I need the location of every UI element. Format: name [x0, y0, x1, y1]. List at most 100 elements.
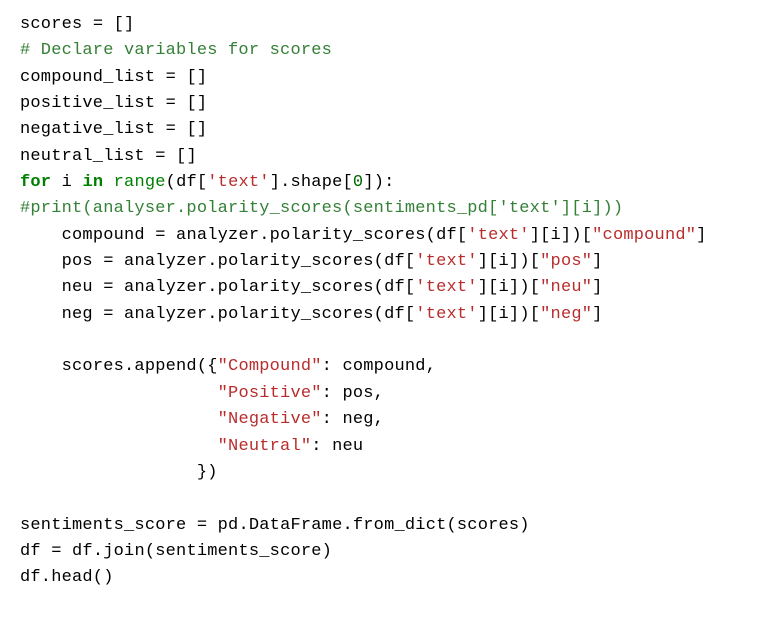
code-text: =: [155, 120, 186, 139]
code-text: neutral_list: [20, 147, 145, 166]
code-text: neu: [62, 278, 93, 297]
number-literal: 0: [353, 173, 363, 192]
code-text: pos: [62, 252, 93, 271]
code-line-blank: [20, 328, 760, 354]
code-text: [51, 173, 61, 192]
string-literal: 'text': [415, 305, 477, 324]
code-text: =: [93, 278, 124, 297]
code-text: =: [82, 15, 113, 34]
code-text: =: [155, 94, 186, 113]
code-line: sentiments_score = pd.DataFrame.from_dic…: [20, 513, 760, 539]
indent: [20, 384, 218, 403]
code-text: =: [186, 516, 217, 535]
string-literal: 'text': [467, 226, 529, 245]
code-text: analyzer.polarity_scores(df[: [124, 305, 415, 324]
code-text: df.join(sentiments_score): [72, 542, 332, 561]
string-literal: 'text': [415, 278, 477, 297]
code-text: analyzer.polarity_scores(df[: [176, 226, 467, 245]
code-text: compound_list: [20, 68, 155, 87]
code-text: ][i])[: [478, 278, 540, 297]
code-line: }): [20, 460, 760, 486]
code-text: =: [93, 305, 124, 324]
code-line: negative_list = []: [20, 117, 760, 143]
keyword-for: for: [20, 173, 51, 192]
keyword-in: in: [82, 173, 103, 192]
code-text: : neg,: [322, 410, 384, 429]
code-text: : compound,: [322, 357, 436, 376]
code-text: analyzer.polarity_scores(df[: [124, 252, 415, 271]
code-text: [20, 489, 30, 508]
code-text: ]: [592, 252, 602, 271]
code-text: [103, 173, 113, 192]
code-text: =: [155, 68, 186, 87]
code-text: : pos,: [322, 384, 384, 403]
code-text: (df[: [166, 173, 208, 192]
code-comment: # Declare variables for scores: [20, 41, 332, 60]
code-line: df = df.join(sentiments_score): [20, 539, 760, 565]
code-text: =: [145, 226, 176, 245]
string-literal: "neu": [540, 278, 592, 297]
indent: [20, 278, 62, 297]
indent: [20, 410, 218, 429]
code-text: =: [93, 252, 124, 271]
code-comment: #print(analyser.polarity_scores(sentimen…: [20, 199, 623, 218]
code-line: neutral_list = []: [20, 144, 760, 170]
string-literal: "Positive": [218, 384, 322, 403]
code-text: ][i])[: [478, 252, 540, 271]
code-text: []: [114, 15, 135, 34]
string-literal: "neg": [540, 305, 592, 324]
code-text: pd.DataFrame.from_dict(scores): [218, 516, 530, 535]
code-text: [72, 173, 82, 192]
code-text: }): [197, 463, 218, 482]
code-text: [20, 331, 30, 350]
code-text: ]: [592, 305, 602, 324]
string-literal: "Neutral": [218, 437, 312, 456]
code-text: df.head(): [20, 568, 114, 587]
code-text: []: [186, 120, 207, 139]
code-text: scores.append({: [62, 357, 218, 376]
code-line: "Neutral": neu: [20, 434, 760, 460]
code-line: scores = []: [20, 12, 760, 38]
code-line: neg = analyzer.polarity_scores(df['text'…: [20, 302, 760, 328]
code-line: neu = analyzer.polarity_scores(df['text'…: [20, 275, 760, 301]
code-line: "Negative": neg,: [20, 407, 760, 433]
code-line: df.head(): [20, 565, 760, 591]
code-line: pos = analyzer.polarity_scores(df['text'…: [20, 249, 760, 275]
string-literal: 'text': [207, 173, 269, 192]
code-line-blank: [20, 486, 760, 512]
code-text: ].shape[: [270, 173, 353, 192]
code-text: sentiments_score: [20, 516, 186, 535]
code-text: ]: [592, 278, 602, 297]
code-text: scores: [20, 15, 82, 34]
code-line: positive_list = []: [20, 91, 760, 117]
indent: [20, 437, 218, 456]
code-text: df: [20, 542, 41, 561]
code-text: positive_list: [20, 94, 155, 113]
indent: [20, 252, 62, 271]
code-text: negative_list: [20, 120, 155, 139]
code-text: analyzer.polarity_scores(df[: [124, 278, 415, 297]
code-text: []: [186, 94, 207, 113]
code-text: =: [145, 147, 176, 166]
code-line: "Positive": pos,: [20, 381, 760, 407]
code-text: ][i])[: [530, 226, 592, 245]
code-text: i: [62, 173, 72, 192]
code-text: []: [186, 68, 207, 87]
indent: [20, 463, 197, 482]
indent: [20, 357, 62, 376]
code-text: ][i])[: [478, 305, 540, 324]
code-line: scores.append({"Compound": compound,: [20, 354, 760, 380]
builtin-range: range: [114, 173, 166, 192]
code-line: # Declare variables for scores: [20, 38, 760, 64]
code-line: compound_list = []: [20, 65, 760, 91]
string-literal: "pos": [540, 252, 592, 271]
code-line: compound = analyzer.polarity_scores(df['…: [20, 223, 760, 249]
code-text: neg: [62, 305, 93, 324]
code-line: #print(analyser.polarity_scores(sentimen…: [20, 196, 760, 222]
code-block: scores = [] # Declare variables for scor…: [20, 12, 760, 592]
code-line: for i in range(df['text'].shape[0]):: [20, 170, 760, 196]
code-text: =: [41, 542, 72, 561]
indent: [20, 226, 62, 245]
string-literal: "Compound": [218, 357, 322, 376]
string-literal: "compound": [592, 226, 696, 245]
